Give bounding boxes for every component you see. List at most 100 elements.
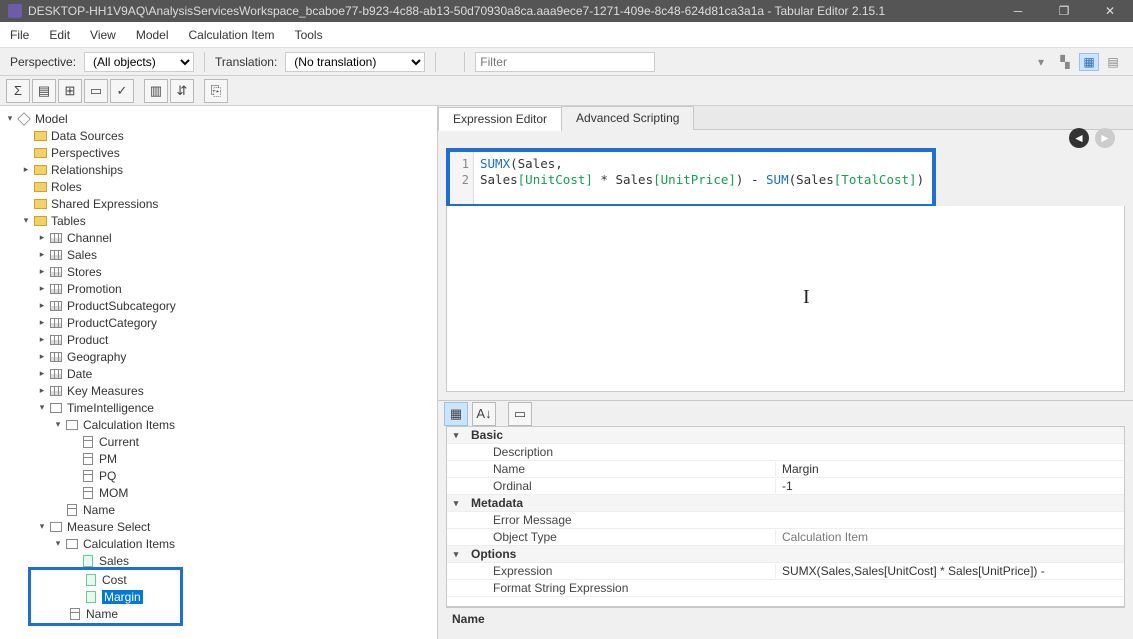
- calcitem-icon: [83, 555, 93, 567]
- view-mode-1-icon[interactable]: ▦: [1079, 53, 1099, 71]
- tree-calcitem-mom[interactable]: MOM: [0, 484, 437, 501]
- prop-object-type: Object TypeCalculation Item: [447, 529, 1124, 546]
- tree-calcitem-cost[interactable]: Cost: [31, 571, 180, 588]
- table-icon: [50, 233, 62, 243]
- menu-tools[interactable]: Tools: [295, 28, 323, 42]
- tree-perspectives[interactable]: Perspectives: [0, 144, 437, 161]
- categorized-button[interactable]: ▦: [444, 402, 468, 426]
- tree-calcitem-current[interactable]: Current: [0, 433, 437, 450]
- editor-whitespace[interactable]: I: [446, 206, 1125, 392]
- tree-table-measureselect[interactable]: ▾Measure Select: [0, 518, 437, 535]
- prop-error-message: Error Message: [447, 512, 1124, 529]
- script-button[interactable]: ⎘: [204, 79, 228, 103]
- tree-table-timeintelligence[interactable]: ▾TimeIntelligence: [0, 399, 437, 416]
- columns-button[interactable]: ▥: [144, 79, 168, 103]
- calcgroup-icon: [50, 403, 62, 413]
- menu-edit[interactable]: Edit: [49, 28, 70, 42]
- alphabetical-button[interactable]: A↓: [472, 402, 496, 426]
- menu-view[interactable]: View: [90, 28, 116, 42]
- tree-table-channel[interactable]: ▸Channel: [0, 229, 437, 246]
- folder-button[interactable]: ▭: [84, 79, 108, 103]
- cube-icon: [17, 112, 31, 126]
- expand-button[interactable]: ⇵: [170, 79, 194, 103]
- folder-icon: [34, 131, 47, 141]
- calcitem-icon: [83, 487, 93, 499]
- tree-tables[interactable]: ▾Tables: [0, 212, 437, 229]
- flag-icon[interactable]: ▚: [1055, 53, 1075, 71]
- tree-roles[interactable]: Roles: [0, 178, 437, 195]
- tree-pane[interactable]: ▾Model Data Sources Perspectives ▸Relati…: [0, 106, 438, 639]
- tree-column-name-ti[interactable]: Name: [0, 501, 437, 518]
- prop-group-basic[interactable]: ▾Basic: [447, 427, 1124, 444]
- help-title: Name: [452, 612, 1119, 626]
- property-help: Name: [446, 607, 1125, 639]
- toolbar-top: Perspective: (All objects) Translation: …: [0, 48, 1133, 76]
- check-button[interactable]: ✓: [110, 79, 134, 103]
- filter-input[interactable]: [475, 52, 655, 72]
- sigma-button[interactable]: Σ: [6, 79, 30, 103]
- main-area: ▾Model Data Sources Perspectives ▸Relati…: [0, 106, 1133, 639]
- code-content[interactable]: SUMX(Sales, Sales[UnitCost] * Sales[Unit…: [474, 152, 932, 204]
- calcitem-icon: [86, 574, 96, 586]
- menu-model[interactable]: Model: [136, 28, 169, 42]
- property-grid[interactable]: ▾Basic Description NameMargin Ordinal-1 …: [446, 426, 1125, 607]
- tree-relationships[interactable]: ▸Relationships: [0, 161, 437, 178]
- tree-shared-expressions[interactable]: Shared Expressions: [0, 195, 437, 212]
- table-icon: [50, 284, 62, 294]
- menu-file[interactable]: File: [10, 28, 29, 42]
- tab-advanced-scripting[interactable]: Advanced Scripting: [561, 106, 694, 130]
- app-icon: [8, 4, 22, 18]
- tree-calcitems-ms[interactable]: ▾Calculation Items: [0, 535, 437, 552]
- tree-table-promotion[interactable]: ▸Promotion: [0, 280, 437, 297]
- tree-table-productcategory[interactable]: ▸ProductCategory: [0, 314, 437, 331]
- tree-table-keymeasures[interactable]: ▸Key Measures: [0, 382, 437, 399]
- property-pages-button[interactable]: ▭: [508, 402, 532, 426]
- right-pane: Expression Editor Advanced Scripting ◄ ►…: [438, 106, 1133, 639]
- close-button[interactable]: ✕: [1087, 0, 1133, 22]
- tree-calcitems-ti[interactable]: ▾Calculation Items: [0, 416, 437, 433]
- nav-back-button[interactable]: ◄: [1069, 128, 1089, 148]
- tab-expression-editor[interactable]: Expression Editor: [438, 107, 562, 131]
- prop-name[interactable]: NameMargin: [447, 461, 1124, 478]
- prop-group-options[interactable]: ▾Options: [447, 546, 1124, 563]
- tree-table-product[interactable]: ▸Product: [0, 331, 437, 348]
- translation-label: Translation:: [215, 55, 277, 69]
- calcgroup-icon: [50, 522, 62, 532]
- tree-table-stores[interactable]: ▸Stores: [0, 263, 437, 280]
- perspective-select[interactable]: (All objects): [84, 52, 194, 72]
- tree-column-name-ms[interactable]: Name: [31, 605, 180, 622]
- expression-editor[interactable]: 12 SUMX(Sales, Sales[UnitCost] * Sales[U…: [446, 148, 936, 208]
- tree-table-geography[interactable]: ▸Geography: [0, 348, 437, 365]
- prop-format-string-expression[interactable]: Format String Expression: [447, 580, 1124, 597]
- prop-expression[interactable]: ExpressionSUMX(Sales,Sales[UnitCost] * S…: [447, 563, 1124, 580]
- minimize-button[interactable]: ─: [995, 0, 1041, 22]
- table-icon: [50, 318, 62, 328]
- tree-calcitem-pq[interactable]: PQ: [0, 467, 437, 484]
- tree-table-date[interactable]: ▸Date: [0, 365, 437, 382]
- prop-ordinal[interactable]: Ordinal-1: [447, 478, 1124, 495]
- highlight-box: Cost Margin Name: [28, 567, 183, 626]
- maximize-button[interactable]: ❐: [1041, 0, 1087, 22]
- calcgroup-icon: [66, 420, 78, 430]
- tree-table-productsubcategory[interactable]: ▸ProductSubcategory: [0, 297, 437, 314]
- tree-calcitem-pm[interactable]: PM: [0, 450, 437, 467]
- text-cursor-icon: I: [803, 286, 810, 309]
- table-icon: [50, 352, 62, 362]
- window-title: DESKTOP-HH1V9AQ\AnalysisServicesWorkspac…: [28, 4, 885, 18]
- view-mode-2-icon[interactable]: ▤: [1103, 53, 1123, 71]
- translation-select[interactable]: (No translation): [285, 52, 425, 72]
- hierarchy-button[interactable]: ⊞: [58, 79, 82, 103]
- tree-datasources[interactable]: Data Sources: [0, 127, 437, 144]
- prop-description[interactable]: Description: [447, 444, 1124, 461]
- filter-icon[interactable]: ▾: [1031, 53, 1051, 71]
- table-icon: [50, 301, 62, 311]
- window-titlebar: DESKTOP-HH1V9AQ\AnalysisServicesWorkspac…: [0, 0, 1133, 22]
- menu-calculation-item[interactable]: Calculation Item: [189, 28, 275, 42]
- tree-table-sales[interactable]: ▸Sales: [0, 246, 437, 263]
- list-button[interactable]: ▤: [32, 79, 56, 103]
- nav-forward-button[interactable]: ►: [1095, 128, 1115, 148]
- tree-model[interactable]: ▾Model: [0, 110, 437, 127]
- prop-group-metadata[interactable]: ▾Metadata: [447, 495, 1124, 512]
- tree-calcitem-margin[interactable]: Margin: [31, 588, 180, 605]
- table-icon: [50, 250, 62, 260]
